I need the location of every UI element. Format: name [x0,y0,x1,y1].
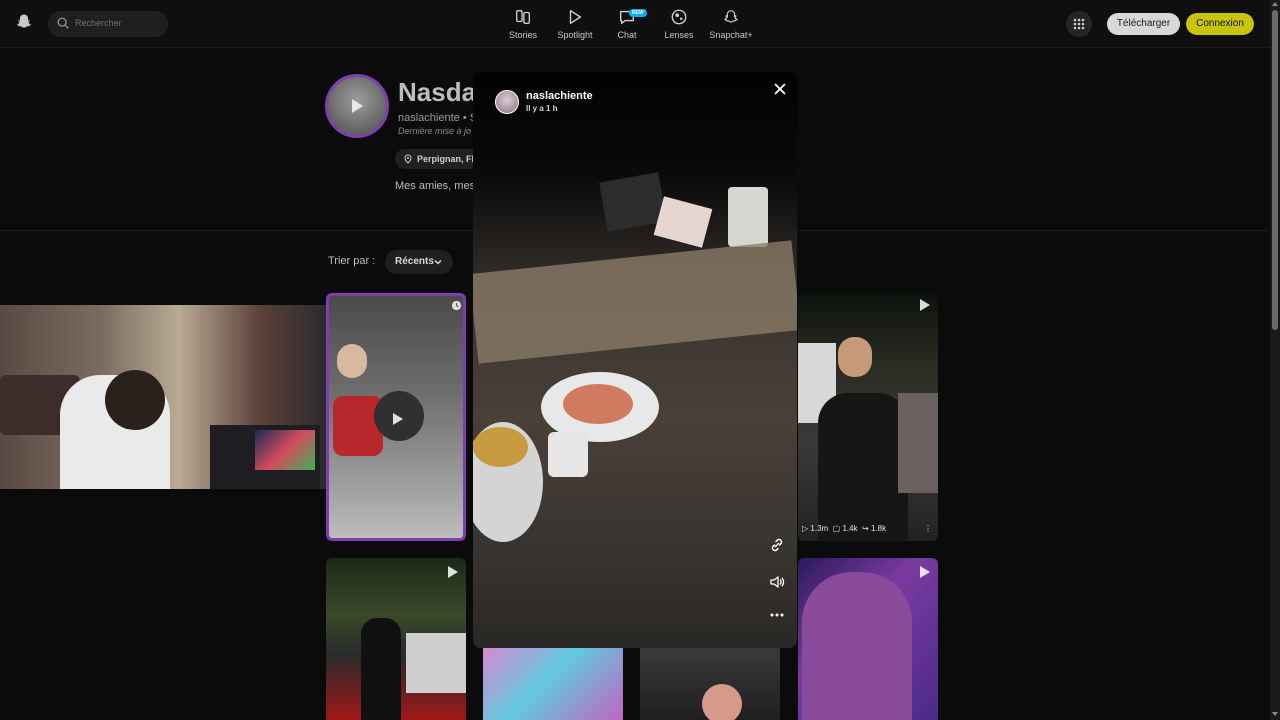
nav-chat-label: Chat [617,30,637,40]
volume-icon[interactable] [769,574,785,590]
nav-chat[interactable]: NEW Chat [601,8,653,40]
more-icon[interactable]: ⋮ [924,524,932,533]
nav-spotlight-label: Spotlight [557,30,593,40]
sort-value: Récents [395,256,434,267]
page-scrollbar[interactable] [1270,0,1280,720]
video-tile-selected[interactable] [326,293,466,541]
viewer-avatar[interactable] [495,90,519,114]
new-badge: NEW [629,9,647,17]
nav-spotlight[interactable]: Spotlight [549,8,601,40]
search-box[interactable]: Rechercher [48,11,168,37]
top-bar: Rechercher Stories Spotlight NEW Chat Le… [0,0,1270,48]
views-count: 1.3m [810,524,829,533]
glass-shape [548,432,588,477]
cup-shape [728,187,768,247]
lens-icon [671,9,687,25]
nav-snapchat-plus[interactable]: Snapchat+ [705,8,757,40]
ghost-icon[interactable] [12,12,36,36]
location-text: Perpignan, Fl [417,154,475,164]
food-shape [473,427,528,467]
sort-label: Trier par : [328,255,376,267]
scroll-down-arrow-icon[interactable] [1272,712,1278,716]
apps-button[interactable] [1066,11,1092,37]
viewer-timestamp: Il y a 1 h [526,104,558,113]
profile-username-line: naslachiente • S [398,112,477,124]
search-icon [57,17,69,29]
chevron-down-icon [434,259,442,265]
nav-snapchat-plus-label: Snapchat+ [709,30,753,40]
viewer-username[interactable]: naslachiente [526,90,593,102]
download-button[interactable]: Télécharger [1107,13,1180,35]
nav-stories[interactable]: Stories [497,8,549,40]
shares-count: 1.8k [870,524,887,533]
views-icon: ▷ [802,524,809,533]
story-viewer[interactable]: naslachiente Il y a 1 h [473,72,797,648]
play-icon [352,99,363,113]
nav-lenses[interactable]: Lenses [653,8,705,40]
video-tile[interactable] [640,648,780,720]
profile-updated: Dernière mise à jo [398,126,472,136]
profile-avatar[interactable] [325,74,389,138]
share-icon: ↪ [862,524,869,533]
nav-stories-label: Stories [508,30,537,40]
location-chip[interactable]: Perpignan, Fl [395,149,483,169]
comments-icon: ▢ [832,524,841,533]
scrollbar-thumb[interactable] [1272,10,1278,330]
profile-bio: Mes amies, mes [395,180,476,192]
comments-count: 1.4k [842,524,858,533]
more-options-icon[interactable] [769,607,785,623]
play-icon [569,10,582,24]
link-icon[interactable] [769,537,785,553]
play-icon [448,566,458,578]
video-tile[interactable] [326,558,466,720]
stories-icon [516,10,530,24]
video-tile[interactable] [483,648,623,720]
food-shape [563,384,633,424]
nav-lenses-label: Lenses [664,30,694,40]
login-button[interactable]: Connexion [1186,13,1254,35]
expanded-video-tile[interactable] [0,305,326,489]
search-placeholder: Rechercher [75,18,122,28]
clock-icon [451,300,462,311]
video-tile[interactable]: ▷ 1.3m ▢ 1.4k ↪ 1.8k ⋮ [798,293,938,541]
story-video[interactable] [473,72,797,648]
play-icon [920,299,930,311]
video-tile[interactable] [798,558,938,720]
profile-username: naslachiente [398,112,460,124]
location-pin-icon [404,154,412,164]
grid-icon [1073,18,1085,30]
play-icon [920,566,930,578]
play-icon [393,413,403,425]
sort-dropdown[interactable]: Récents [385,250,453,274]
scroll-up-arrow-icon[interactable] [1272,2,1278,6]
close-icon[interactable] [773,82,787,96]
tile-stats: ▷ 1.3m ▢ 1.4k ↪ 1.8k [802,524,886,533]
snapchat-plus-icon [724,10,738,23]
